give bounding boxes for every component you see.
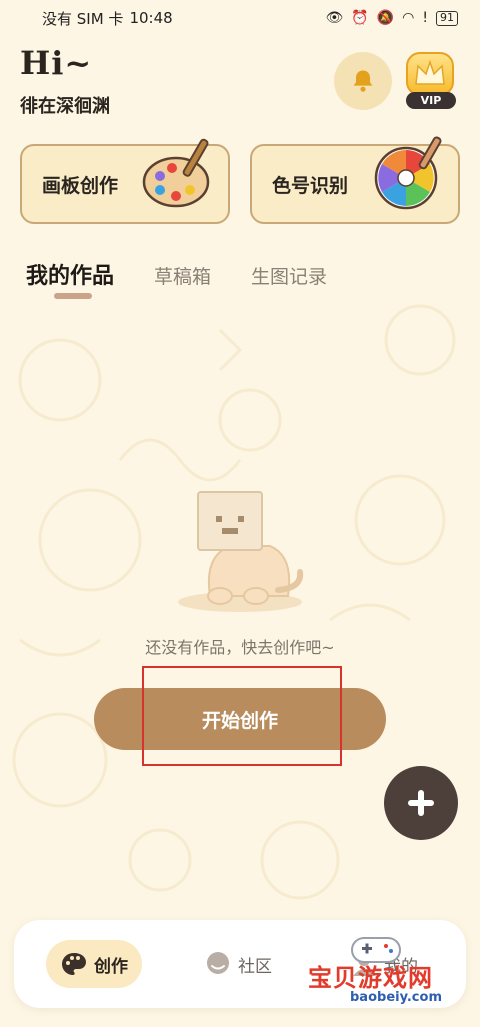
tab-my-works[interactable]: 我的作品 [26,258,114,290]
watermark-text: 宝贝游戏网 [308,964,433,992]
battery-level: 91 [436,10,458,26]
create-fab[interactable] [384,766,458,840]
site-watermark: 宝贝游戏网 baobeiy.com [300,937,460,1010]
highlight-annotation-box [142,666,342,766]
chat-bubble-icon [207,952,229,974]
tab-drafts[interactable]: 草稿箱 [154,262,211,289]
color-recognition-card[interactable]: 色号识别 [250,136,460,224]
status-bar: 没有 SIM 卡 10:48 👁 ⏰ 🔕 ◠ ! 91 [0,0,480,36]
mute-icon: 🔕 [376,10,395,26]
greeting: Hi~ [20,44,93,82]
nav-create-label: 创作 [94,956,128,977]
nav-community[interactable]: 社区 [190,940,286,988]
drawing-board-card[interactable]: 画板创作 [20,138,230,224]
eye-icon: 👁 [325,10,344,26]
bell-icon [353,70,373,92]
active-tab-indicator [54,293,92,299]
watermark-url: baobeiy.com [350,990,442,1005]
content-tabs: 我的作品 草稿箱 生图记录 [26,258,327,290]
username: 徘在深徊渊 [20,96,110,117]
clock: 10:48 [129,9,173,27]
empty-state-illustration [178,491,304,612]
drawing-board-label: 画板创作 [42,174,119,197]
wifi-icon: ◠ [402,10,415,26]
color-wheel-dropper-icon [374,136,442,210]
vip-button[interactable]: VIP [402,52,458,110]
notification-button[interactable] [334,52,392,110]
vip-badge: VIP [406,92,456,109]
carrier-text: 没有 SIM 卡 [42,9,124,28]
color-recognition-label: 色号识别 [272,174,349,197]
tab-generation-history[interactable]: 生图记录 [251,262,327,289]
empty-state-message: 还没有作品，快去创作吧~ [145,638,335,657]
warning-icon: ! [422,10,428,26]
palette-brush-icon [142,138,210,208]
nav-create[interactable]: 创作 [46,940,142,988]
alarm-icon: ⏰ [351,10,369,26]
crown-icon [406,52,454,96]
plus-icon [408,790,434,816]
palette-icon [62,953,86,975]
nav-community-label: 社区 [238,956,272,977]
